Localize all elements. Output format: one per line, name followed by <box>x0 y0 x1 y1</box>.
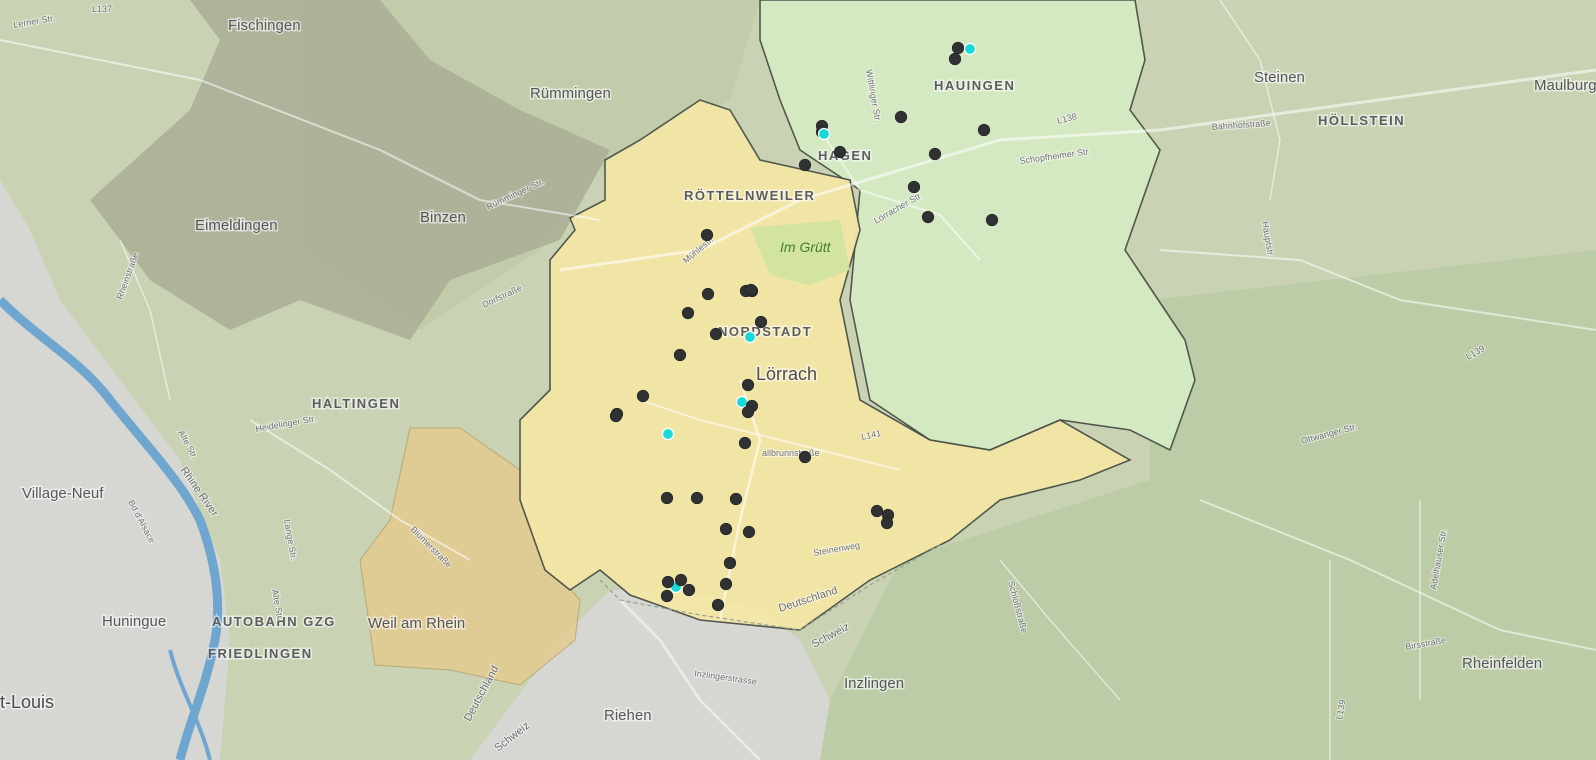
map-marker-dark[interactable] <box>660 491 674 505</box>
label-binzen: Binzen <box>420 209 466 226</box>
label-l137: L137 <box>92 4 112 14</box>
map-marker-dark[interactable] <box>894 110 908 124</box>
map-marker-dark[interactable] <box>928 147 942 161</box>
map-marker-dark[interactable] <box>907 180 921 194</box>
map-marker-dark[interactable] <box>833 145 847 159</box>
map-marker-cyan[interactable] <box>661 427 675 441</box>
map-marker-dark[interactable] <box>729 492 743 506</box>
label-eimeldingen: Eimeldingen <box>195 217 278 234</box>
map-canvas[interactable]: Fischingen Rümmingen Eimeldingen Binzen … <box>0 0 1596 760</box>
map-marker-dark[interactable] <box>951 41 965 55</box>
label-ruemmingen: Rümmingen <box>530 85 611 102</box>
label-maulburg: Maulburg <box>1534 77 1596 94</box>
map-marker-dark[interactable] <box>742 525 756 539</box>
map-marker-dark[interactable] <box>701 287 715 301</box>
map-marker-dark[interactable] <box>660 589 674 603</box>
label-hoellstein: HÖLLSTEIN <box>1318 113 1405 128</box>
map-marker-dark[interactable] <box>741 378 755 392</box>
map-marker-dark[interactable] <box>719 577 733 591</box>
map-marker-dark[interactable] <box>798 450 812 464</box>
label-haltingen: HALTINGEN <box>312 396 400 411</box>
map-marker-dark[interactable] <box>690 491 704 505</box>
map-marker-dark[interactable] <box>741 405 755 419</box>
label-fischingen: Fischingen <box>228 17 301 34</box>
map-marker-cyan[interactable] <box>963 42 977 56</box>
label-loerrach: Lörrach <box>756 364 817 384</box>
map-marker-dark[interactable] <box>977 123 991 137</box>
map-marker-dark[interactable] <box>754 315 768 329</box>
map-marker-cyan[interactable] <box>743 330 757 344</box>
map-marker-dark[interactable] <box>682 583 696 597</box>
map-marker-dark[interactable] <box>948 52 962 66</box>
label-steinen: Steinen <box>1254 69 1305 86</box>
map-marker-dark[interactable] <box>661 575 675 589</box>
label-riehen: Riehen <box>604 707 652 724</box>
label-roettelnweiler: RÖTTELNWEILER <box>684 188 815 203</box>
map-marker-dark[interactable] <box>673 348 687 362</box>
map-marker-dark[interactable] <box>744 283 758 297</box>
map-marker-dark[interactable] <box>681 306 695 320</box>
map-marker-dark[interactable] <box>719 522 733 536</box>
map-marker-dark[interactable] <box>738 436 752 450</box>
label-village-neuf: Village-Neuf <box>22 485 104 502</box>
map-marker-dark[interactable] <box>870 504 884 518</box>
map-marker-dark[interactable] <box>723 556 737 570</box>
map-marker-cyan[interactable] <box>817 127 831 141</box>
label-autobahn-gzg: AUTOBAHN GZG <box>212 614 336 629</box>
map-marker-dark[interactable] <box>674 573 688 587</box>
label-hauingen: HAUINGEN <box>934 78 1015 93</box>
map-marker-dark[interactable] <box>880 516 894 530</box>
map-marker-dark[interactable] <box>711 598 725 612</box>
map-marker-dark[interactable] <box>700 228 714 242</box>
label-saint-louis: t-Louis <box>0 692 54 712</box>
map-marker-dark[interactable] <box>609 409 623 423</box>
map-marker-cyan[interactable] <box>735 395 749 409</box>
label-im-gruett: Im Grütt <box>780 239 832 255</box>
map-marker-dark[interactable] <box>636 389 650 403</box>
map-marker-dark[interactable] <box>921 210 935 224</box>
map-marker-dark[interactable] <box>985 213 999 227</box>
map-marker-dark[interactable] <box>709 327 723 341</box>
label-inzlingen: Inzlingen <box>844 675 904 692</box>
label-friedlingen: FRIEDLINGEN <box>208 646 313 661</box>
label-rheinfelden: Rheinfelden <box>1462 655 1542 672</box>
label-huningue: Huningue <box>102 613 166 630</box>
label-weil-am-rhein: Weil am Rhein <box>368 615 465 632</box>
map-marker-dark[interactable] <box>798 158 812 172</box>
